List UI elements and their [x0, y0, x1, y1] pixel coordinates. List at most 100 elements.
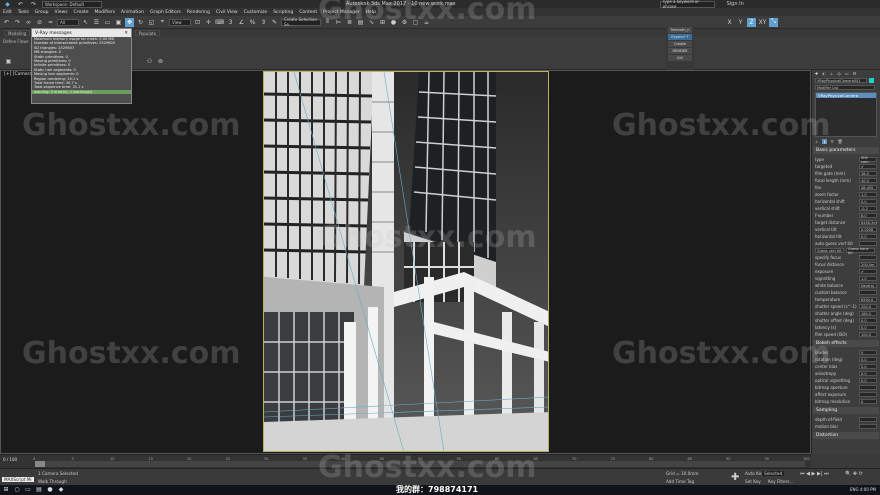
- close-icon[interactable]: ✕: [124, 31, 128, 36]
- rect-select-icon[interactable]: ▭: [103, 18, 112, 27]
- percent-snap-icon[interactable]: %: [248, 18, 257, 27]
- param-value-field[interactable]: [859, 290, 877, 295]
- simulate-icon[interactable]: ▣: [4, 57, 13, 66]
- render-icon[interactable]: ☕: [422, 18, 431, 27]
- menu-modifiers[interactable]: Modifiers: [95, 10, 116, 15]
- undo-icon[interactable]: ↶: [2, 18, 11, 27]
- param-value-field[interactable]: 0.0: [859, 371, 877, 376]
- menu-create[interactable]: Create: [74, 10, 89, 15]
- menu-tools[interactable]: Tools: [18, 10, 29, 15]
- param-value-field[interactable]: [859, 417, 877, 422]
- param-value-field[interactable]: 8.0: [859, 213, 877, 218]
- windows-start-icon[interactable]: ⊞: [3, 487, 9, 493]
- task-view-icon[interactable]: ▭: [25, 487, 31, 493]
- hierarchy-tab-icon[interactable]: ⊥: [830, 71, 833, 76]
- move-icon[interactable]: ✥: [125, 17, 134, 27]
- axis-y-button[interactable]: Y: [736, 18, 745, 27]
- axis-xy-button[interactable]: XY: [758, 18, 767, 27]
- tab-modeling[interactable]: Modeling: [4, 30, 31, 36]
- play-controls[interactable]: ⏮ ◀ ▶ ▶| ⏭: [800, 471, 829, 477]
- seat-icon[interactable]: ⊚: [156, 57, 165, 66]
- select-by-name-icon[interactable]: ☰: [92, 18, 101, 27]
- angle-snap-icon[interactable]: ∠: [237, 18, 246, 27]
- select-icon[interactable]: ↖: [81, 18, 90, 27]
- param-value-field[interactable]: -0.2: [859, 206, 877, 211]
- param-value-field[interactable]: 0.0: [859, 325, 877, 330]
- render-setup-icon[interactable]: ⚙: [400, 18, 409, 27]
- vray-messages-window[interactable]: V-Ray messages ✕ Maximum memory usage fo…: [31, 28, 132, 104]
- keyboard-shortcut-icon[interactable]: ⌨: [215, 18, 224, 27]
- remove-modifier-icon[interactable]: 🗑: [837, 139, 842, 144]
- set-key-button[interactable]: Set Key: [745, 479, 761, 484]
- mirror-icon[interactable]: ⫴: [323, 18, 332, 27]
- param-value-field[interactable]: ✔: [859, 269, 877, 274]
- make-unique-icon[interactable]: ∀: [831, 139, 834, 144]
- menu-edit[interactable]: Edit: [3, 10, 12, 15]
- utilities-tab-icon[interactable]: ⚒: [853, 71, 857, 76]
- pin-stack-icon[interactable]: ⊥: [815, 139, 818, 144]
- guess-vert-tilt-button[interactable]: Guess vert tilt: [815, 248, 844, 253]
- populate-tool-icon[interactable]: ⚇: [145, 57, 154, 66]
- set-key-icon[interactable]: ✚: [731, 472, 739, 483]
- param-value-field[interactable]: [859, 424, 877, 429]
- link-icon[interactable]: ∞: [24, 18, 33, 27]
- max-app-icon[interactable]: ◆: [58, 487, 64, 493]
- menu-content[interactable]: Content: [299, 10, 317, 15]
- param-value-field[interactable]: 0.0: [859, 378, 877, 383]
- scene-explorer-icon[interactable]: ▤: [356, 18, 365, 27]
- object-color-swatch[interactable]: [869, 78, 874, 83]
- basic-parameters-rollout[interactable]: Basic parameters: [813, 147, 879, 154]
- unlink-icon[interactable]: ⊘: [35, 18, 44, 27]
- kill-button[interactable]: Kill: [668, 55, 692, 61]
- modifier-list-dropdown[interactable]: Modifier List: [815, 85, 875, 90]
- select-manipulate-icon[interactable]: ✛: [204, 18, 213, 27]
- param-value-field[interactable]: 8456.3m: [859, 220, 877, 225]
- show-end-result-icon[interactable]: ▮: [822, 139, 827, 144]
- guess-horiz-tilt-button[interactable]: Guess horiz tilt: [846, 247, 875, 255]
- stack-item[interactable]: VRayPhysicalCamera: [816, 93, 876, 98]
- bokeh-effects-rollout[interactable]: Bokeh effects: [813, 340, 879, 347]
- param-value-field[interactable]: ✔: [859, 164, 877, 169]
- viewport-nav-controls[interactable]: 🔍 ✥ ⟳: [845, 471, 863, 477]
- language-indicator[interactable]: ENG: [850, 487, 859, 492]
- param-value-field[interactable]: 5: [859, 350, 877, 355]
- menu-views[interactable]: Views: [55, 10, 68, 15]
- sampling-rollout[interactable]: Sampling: [813, 407, 879, 414]
- bind-spacewarp-icon[interactable]: ≈: [46, 18, 55, 27]
- time-slider-track[interactable]: [35, 461, 805, 467]
- redo-icon[interactable]: ↷: [13, 18, 22, 27]
- motion-tab-icon[interactable]: ◎: [837, 71, 841, 76]
- render-frame-icon[interactable]: ▢: [411, 18, 420, 27]
- object-name-field[interactable]: VRayPhysicalCamera001: [815, 78, 867, 83]
- param-value-field[interactable]: Still cam: [859, 156, 877, 164]
- menu-help[interactable]: Help: [366, 10, 376, 15]
- menu-rendering[interactable]: Rendering: [187, 10, 210, 15]
- explorer-icon[interactable]: ▤: [36, 487, 42, 493]
- camera-viewport[interactable]: [+] [Camera001] [Shaded]: [0, 70, 811, 454]
- pivot-center-icon[interactable]: ⊡: [193, 18, 202, 27]
- param-value-field[interactable]: Neutral: [859, 283, 877, 288]
- axis-z-button[interactable]: Z: [747, 17, 756, 27]
- vray-messages-titlebar[interactable]: V-Ray messages ✕: [32, 29, 131, 37]
- param-value-field[interactable]: 0.0: [859, 318, 877, 323]
- reference-coord-dropdown[interactable]: View: [169, 18, 191, 26]
- tab-populate[interactable]: Populate: [134, 30, 161, 36]
- layer-explorer-icon[interactable]: ≣: [345, 18, 354, 27]
- workspace-dropdown[interactable]: Workspace: Default: [42, 0, 102, 8]
- param-value-field[interactable]: [859, 385, 877, 390]
- display-tab-icon[interactable]: ▭: [845, 71, 849, 76]
- auto-key-button[interactable]: Auto Key: [745, 471, 764, 476]
- add-time-tag-button[interactable]: Add Time Tag: [666, 479, 694, 484]
- menu-graph-editors[interactable]: Graph Editors: [150, 10, 181, 15]
- tsmooth-button[interactable]: Tsmooth_n: [668, 27, 692, 33]
- scale-icon[interactable]: ◱: [147, 18, 156, 27]
- param-value-field[interactable]: 180.0: [859, 311, 877, 316]
- modify-tab-icon[interactable]: ◐: [822, 71, 826, 76]
- menu-scripting[interactable]: Scripting: [273, 10, 293, 15]
- rotate-icon[interactable]: ↻: [136, 18, 145, 27]
- schematic-view-icon[interactable]: ⊞: [378, 18, 387, 27]
- key-filters-button[interactable]: Key Filters...: [768, 479, 793, 484]
- param-value-field[interactable]: 0.0: [859, 357, 877, 362]
- align-icon[interactable]: ⊨: [334, 18, 343, 27]
- param-value-field[interactable]: [859, 255, 877, 260]
